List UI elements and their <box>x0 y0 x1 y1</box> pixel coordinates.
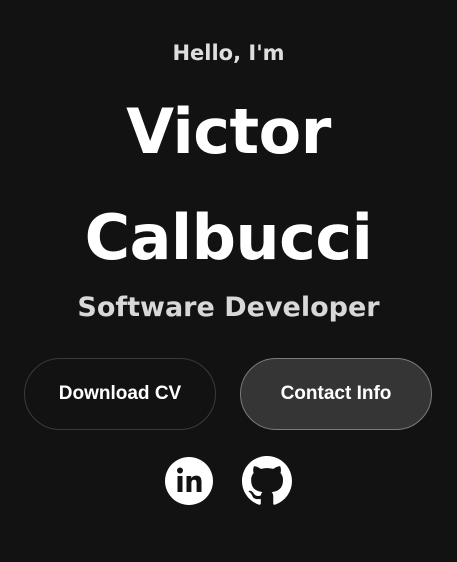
first-name: Victor <box>126 95 331 168</box>
role-subtitle: Software Developer <box>77 292 380 323</box>
contact-info-label: Contact Info <box>280 383 392 404</box>
download-cv-label: Download CV <box>58 383 182 404</box>
contact-info-button[interactable]: Contact Info <box>240 358 432 430</box>
linkedin-icon <box>165 457 213 505</box>
download-cv-button[interactable]: Download CV <box>24 358 216 430</box>
last-name: Calbucci <box>84 201 373 274</box>
greeting-text: Hello, I'm <box>172 41 285 65</box>
github-icon <box>242 456 292 505</box>
github-link[interactable] <box>242 456 292 506</box>
linkedin-link[interactable] <box>164 456 214 506</box>
name-heading: Victor Calbucci <box>0 82 457 294</box>
hero-section: Hello, I'm Victor Calbucci Software Deve… <box>0 0 457 562</box>
